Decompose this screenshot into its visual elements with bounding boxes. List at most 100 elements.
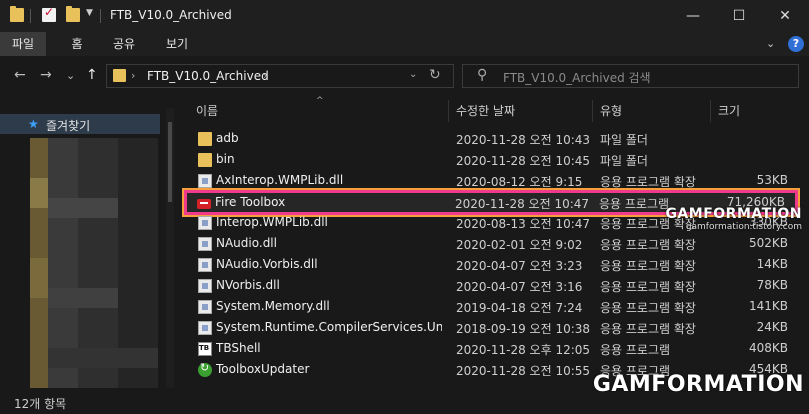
- chevron-right-icon[interactable]: ›: [263, 69, 267, 82]
- file-size: 78KB: [756, 278, 788, 292]
- file-date: 2020-11-28 오전 10:55: [456, 364, 591, 378]
- file-date: 2020-11-28 오전 10:45: [456, 154, 591, 168]
- dll-icon: [198, 237, 212, 251]
- file-date: 2020-04-07 오전 3:16: [456, 280, 583, 294]
- file-date: 2020-11-28 오전 10:47: [455, 197, 590, 211]
- column-header-size[interactable]: 크기: [718, 102, 740, 124]
- folder-icon: [10, 6, 24, 22]
- tab-share[interactable]: 공유: [104, 32, 144, 56]
- sidebar-item-quick-access[interactable]: ★ 즐겨찾기: [0, 114, 160, 134]
- file-name: ToolboxUpdater: [216, 362, 310, 376]
- dll-icon: [198, 216, 212, 230]
- file-date: 2019-04-18 오전 7:24: [456, 301, 583, 315]
- file-type: 응용 프로그램: [600, 343, 671, 357]
- table-row[interactable]: bin 2020-11-28 오전 10:45 파일 폴더: [186, 149, 798, 170]
- file-size: 141KB: [748, 299, 788, 313]
- watermark: GAMFORMATION gamformation.tistory.com: [612, 206, 802, 232]
- new-folder-icon[interactable]: [66, 6, 80, 22]
- folder-icon: [198, 132, 212, 146]
- ribbon-expand-icon[interactable]: ⌄: [766, 37, 775, 50]
- table-row[interactable]: System.Runtime.CompilerServices.Unsaf...…: [186, 317, 798, 338]
- file-type: 응용 프로그램 확장: [600, 322, 696, 336]
- address-bar[interactable]: › FTB_V10.0_Archived › ⌄ ↻: [106, 64, 454, 88]
- sidebar-item-label: 즐겨찾기: [46, 119, 91, 133]
- close-button[interactable]: ✕: [762, 0, 808, 32]
- properties-icon[interactable]: [42, 5, 56, 22]
- file-name: Fire Toolbox: [215, 195, 286, 209]
- address-dropdown-icon[interactable]: ⌄: [409, 69, 417, 80]
- column-divider[interactable]: [592, 100, 593, 122]
- file-type: 파일 폴더: [600, 133, 648, 147]
- file-size: 408KB: [748, 341, 788, 355]
- file-type: 파일 폴더: [600, 154, 648, 168]
- star-icon: ★: [28, 117, 39, 131]
- file-type: 응용 프로그램 확장: [600, 280, 696, 294]
- navigation-pane: ★ 즐겨찾기: [0, 96, 176, 392]
- up-button[interactable]: ↑: [86, 67, 98, 83]
- column-divider[interactable]: [710, 100, 711, 122]
- address-path[interactable]: FTB_V10.0_Archived: [147, 69, 269, 83]
- title-bar: ▼ FTB_V10.0_Archived — ☐ ✕: [0, 0, 809, 32]
- search-box[interactable]: ⚲ FTB_V10.0_Archived 검색: [462, 64, 799, 88]
- help-icon[interactable]: ?: [788, 36, 804, 52]
- table-row[interactable]: adb 2020-11-28 오전 10:43 파일 폴더: [186, 128, 798, 149]
- navigation-bar: ← → ⌄ ↑ › FTB_V10.0_Archived › ⌄ ↻ ⚲ FTB…: [0, 56, 809, 96]
- file-name: bin: [216, 152, 235, 166]
- file-type: 응용 프로그램 확장: [600, 259, 696, 273]
- file-size: 53KB: [756, 173, 788, 187]
- updater-icon: [198, 361, 212, 377]
- maximize-button[interactable]: ☐: [716, 0, 762, 32]
- tbshell-icon: [198, 342, 212, 356]
- dll-icon: [198, 258, 212, 272]
- tab-file[interactable]: 파일: [0, 32, 46, 56]
- back-button[interactable]: ←: [14, 67, 26, 83]
- file-name: System.Runtime.CompilerServices.Unsaf...: [216, 320, 442, 334]
- dll-icon: [198, 279, 212, 293]
- table-row[interactable]: NAudio.Vorbis.dll 2020-04-07 오전 3:23 응용 …: [186, 254, 798, 275]
- forward-button[interactable]: →: [40, 67, 52, 83]
- watermark-brand: GAMFORMATION: [665, 206, 802, 222]
- file-name: System.Memory.dll: [216, 299, 330, 313]
- toolbox-icon: [197, 199, 211, 209]
- table-row[interactable]: TBShell 2020-11-28 오후 12:05 응용 프로그램 408K…: [186, 338, 798, 359]
- tab-view[interactable]: 보기: [156, 32, 198, 56]
- folder-icon: [113, 69, 126, 82]
- window-title: FTB_V10.0_Archived: [110, 8, 232, 22]
- file-type: 응용 프로그램 확장: [600, 301, 696, 315]
- dll-icon: [198, 321, 212, 335]
- refresh-button[interactable]: ↻: [429, 67, 441, 83]
- file-name: TBShell: [216, 341, 261, 355]
- file-name: AxInterop.WMPLib.dll: [216, 173, 344, 187]
- table-row[interactable]: NAudio.dll 2020-02-01 오전 9:02 응용 프로그램 확장…: [186, 233, 798, 254]
- column-header-date[interactable]: 수정한 날짜: [456, 102, 515, 124]
- file-name: NVorbis.dll: [216, 278, 280, 292]
- file-name: NAudio.Vorbis.dll: [216, 257, 318, 271]
- chevron-right-icon[interactable]: ›: [131, 69, 135, 82]
- file-name: NAudio.dll: [216, 236, 277, 250]
- sidebar-scrollbar-thumb[interactable]: [168, 122, 172, 202]
- dll-icon: [198, 300, 212, 314]
- file-size: 502KB: [748, 236, 788, 250]
- file-date: 2020-11-28 오후 12:05: [456, 343, 591, 357]
- recent-locations-button[interactable]: ⌄: [66, 69, 75, 82]
- column-header-name[interactable]: 이름: [196, 102, 218, 124]
- table-row[interactable]: NVorbis.dll 2020-04-07 오전 3:16 응용 프로그램 확…: [186, 275, 798, 296]
- quick-access-toolbar-dropdown[interactable]: ▼: [86, 8, 93, 18]
- file-date: 2020-08-12 오전 9:15: [456, 175, 583, 189]
- tab-home[interactable]: 홈: [58, 32, 96, 56]
- minimize-button[interactable]: —: [670, 0, 716, 32]
- file-date: 2020-04-07 오전 3:23: [456, 259, 583, 273]
- divider: [30, 9, 31, 23]
- dll-icon: [198, 174, 212, 188]
- blurred-sidebar-items: [30, 138, 160, 388]
- file-date: 2020-11-28 오전 10:43: [456, 133, 591, 147]
- file-name: adb: [216, 131, 239, 145]
- column-header-type[interactable]: 유형: [600, 102, 622, 124]
- file-date: 2018-09-19 오전 10:38: [456, 322, 591, 336]
- table-row[interactable]: AxInterop.WMPLib.dll 2020-08-12 오전 9:15 …: [186, 170, 798, 191]
- file-type: 응용 프로그램 확장: [600, 238, 696, 252]
- status-bar: 12개 항목: [0, 392, 809, 414]
- column-divider[interactable]: [448, 100, 449, 122]
- table-row[interactable]: System.Memory.dll 2019-04-18 오전 7:24 응용 …: [186, 296, 798, 317]
- search-input[interactable]: FTB_V10.0_Archived 검색: [503, 69, 651, 86]
